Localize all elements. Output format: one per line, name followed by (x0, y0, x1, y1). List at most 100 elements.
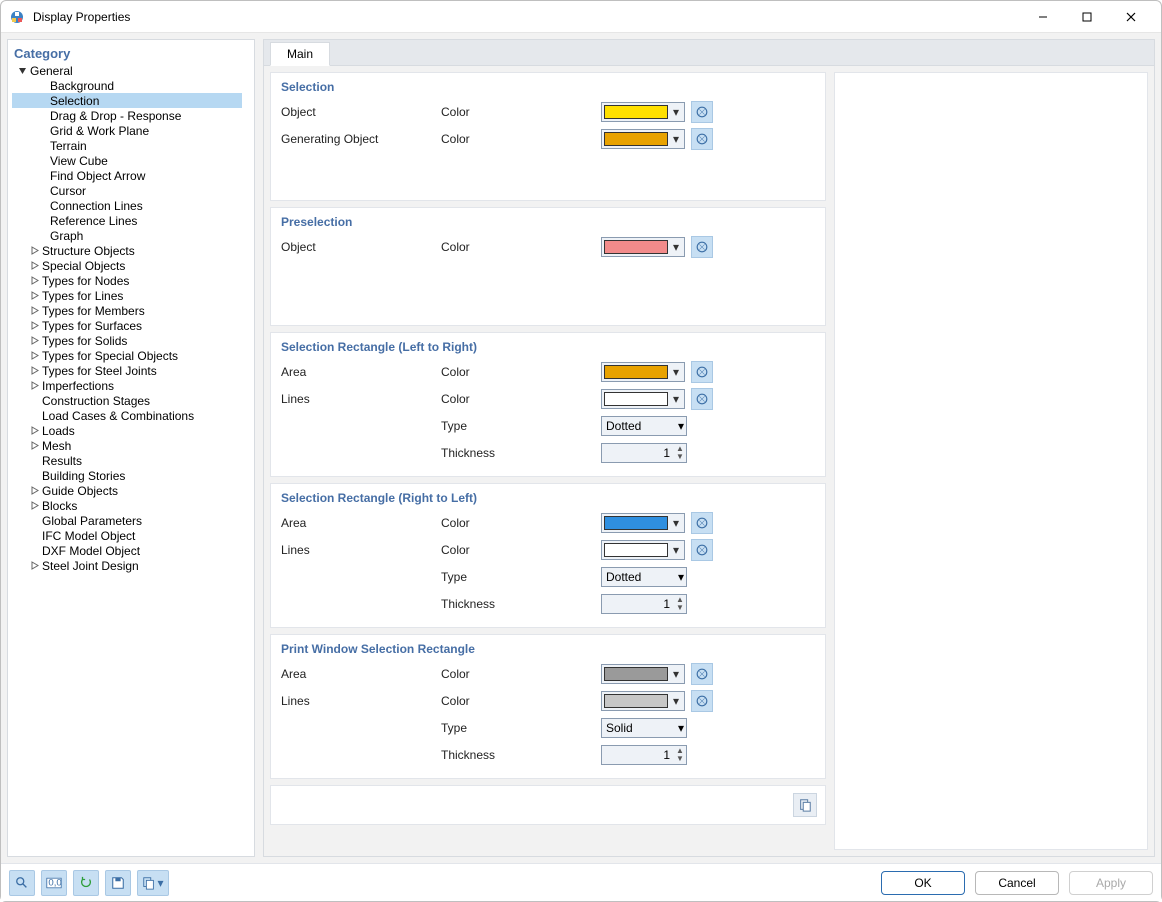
section-title-print-win: Print Window Selection Rectangle (271, 635, 825, 660)
tab-main[interactable]: Main (270, 42, 330, 66)
tree-item[interactable]: Mesh (12, 438, 250, 453)
print-lines-color-dropdown[interactable]: ▾ (601, 691, 685, 711)
tree-item[interactable]: Selection (12, 93, 242, 108)
tree-item[interactable]: IFC Model Object (12, 528, 250, 543)
tree-item[interactable]: Special Objects (12, 258, 250, 273)
rtl-area-color-dropdown[interactable]: ▾ (601, 513, 685, 533)
ltr-thickness-spinner[interactable]: 1▲▼ (601, 443, 687, 463)
spinner-down-icon[interactable]: ▼ (675, 453, 685, 461)
spinner-down-icon[interactable]: ▼ (675, 604, 685, 612)
rtl-type-select[interactable]: Dotted▾ (601, 567, 687, 587)
tree-item[interactable]: DXF Model Object (12, 543, 250, 558)
tree-item[interactable]: Loads (12, 423, 250, 438)
chevron-down-icon: ▾ (668, 692, 684, 710)
section-print-win: Print Window Selection Rectangle Area Co… (270, 634, 826, 779)
section-sel-ltr: Selection Rectangle (Left to Right) Area… (270, 332, 826, 477)
tree-item[interactable]: Guide Objects (12, 483, 250, 498)
reset-button[interactable] (691, 101, 713, 123)
tree-item[interactable]: Terrain (12, 138, 250, 153)
chevron-down-icon: ▾ (668, 541, 684, 559)
section-title-preselection: Preselection (271, 208, 825, 233)
label-color: Color (441, 132, 601, 146)
reset-tool-button[interactable] (73, 870, 99, 896)
tree-item[interactable]: Background (12, 78, 250, 93)
section-title-sel-ltr: Selection Rectangle (Left to Right) (271, 333, 825, 358)
tree-item[interactable]: Reference Lines (12, 213, 250, 228)
maximize-button[interactable] (1065, 2, 1109, 32)
label-lines: Lines (281, 694, 441, 708)
reset-button[interactable] (691, 361, 713, 383)
chevron-down-icon: ▾ (668, 130, 684, 148)
preselection-object-color-dropdown[interactable]: ▾ (601, 237, 685, 257)
ltr-area-color-dropdown[interactable]: ▾ (601, 362, 685, 382)
tree-item[interactable]: Structure Objects (12, 243, 250, 258)
search-tool-button[interactable] (9, 870, 35, 896)
reset-button[interactable] (691, 236, 713, 258)
clipboard-button[interactable] (793, 793, 817, 817)
selection-object-color-dropdown[interactable]: ▾ (601, 102, 685, 122)
tree-item[interactable]: Building Stories (12, 468, 250, 483)
tabstrip: Main (263, 39, 1155, 65)
print-area-color-dropdown[interactable]: ▾ (601, 664, 685, 684)
tree-item[interactable]: Load Cases & Combinations (12, 408, 250, 423)
ltr-lines-color-dropdown[interactable]: ▾ (601, 389, 685, 409)
tree-item[interactable]: View Cube (12, 153, 250, 168)
reset-button[interactable] (691, 512, 713, 534)
rtl-lines-color-dropdown[interactable]: ▾ (601, 540, 685, 560)
tree-item[interactable]: Construction Stages (12, 393, 250, 408)
minimize-button[interactable] (1021, 2, 1065, 32)
reset-button[interactable] (691, 128, 713, 150)
label-color: Color (441, 365, 601, 379)
tree-item[interactable]: Connection Lines (12, 198, 250, 213)
label-area: Area (281, 667, 441, 681)
cancel-button[interactable]: Cancel (975, 871, 1059, 895)
tree-item[interactable]: Blocks (12, 498, 250, 513)
tree-item[interactable]: Imperfections (12, 378, 250, 393)
ok-button[interactable]: OK (881, 871, 965, 895)
chevron-down-icon: ▾ (678, 570, 684, 584)
sidebar-header: Category (8, 40, 254, 63)
section-title-sel-rtl: Selection Rectangle (Right to Left) (271, 484, 825, 509)
label-area: Area (281, 365, 441, 379)
tree-item[interactable]: Types for Surfaces (12, 318, 250, 333)
save-tool-button[interactable] (105, 870, 131, 896)
tree-item[interactable]: Steel Joint Design (12, 558, 250, 573)
tree-item[interactable]: Drag & Drop - Response (12, 108, 250, 123)
reset-button[interactable] (691, 388, 713, 410)
tree-item[interactable]: Grid & Work Plane (12, 123, 250, 138)
tree-item[interactable]: Types for Nodes (12, 273, 250, 288)
tree-item[interactable]: Types for Special Objects (12, 348, 250, 363)
copy-tool-button[interactable]: ▾ (137, 870, 169, 896)
tree-item[interactable]: Types for Steel Joints (12, 363, 250, 378)
tree-item[interactable]: General (12, 63, 250, 78)
reset-button[interactable] (691, 663, 713, 685)
reset-button[interactable] (691, 690, 713, 712)
tree-item[interactable]: Find Object Arrow (12, 168, 250, 183)
selection-genobj-color-dropdown[interactable]: ▾ (601, 129, 685, 149)
tree-item[interactable]: Results (12, 453, 250, 468)
ltr-type-select[interactable]: Dotted▾ (601, 416, 687, 436)
label-thickness: Thickness (441, 748, 601, 762)
rtl-thickness-spinner[interactable]: 1▲▼ (601, 594, 687, 614)
label-object: Object (281, 240, 441, 254)
tree-item[interactable]: Types for Solids (12, 333, 250, 348)
close-button[interactable] (1109, 2, 1153, 32)
tree-item[interactable]: Cursor (12, 183, 250, 198)
category-tree: GeneralBackgroundSelectionDrag & Drop - … (8, 63, 254, 579)
reset-button[interactable] (691, 539, 713, 561)
spinner-down-icon[interactable]: ▼ (675, 755, 685, 763)
label-type: Type (441, 570, 601, 584)
print-thickness-spinner[interactable]: 1▲▼ (601, 745, 687, 765)
app-icon (9, 9, 25, 25)
chevron-down-icon: ▾ (678, 721, 684, 735)
units-tool-button[interactable]: 0,00 (41, 870, 67, 896)
section-selection: Selection Object Color ▾ Generating Obje… (270, 72, 826, 201)
label-color: Color (441, 516, 601, 530)
apply-button[interactable]: Apply (1069, 871, 1153, 895)
tree-item[interactable]: Types for Members (12, 303, 250, 318)
tree-item[interactable]: Graph (12, 228, 250, 243)
tree-item[interactable]: Global Parameters (12, 513, 250, 528)
chevron-down-icon: ▾ (668, 363, 684, 381)
print-type-select[interactable]: Solid▾ (601, 718, 687, 738)
tree-item[interactable]: Types for Lines (12, 288, 250, 303)
